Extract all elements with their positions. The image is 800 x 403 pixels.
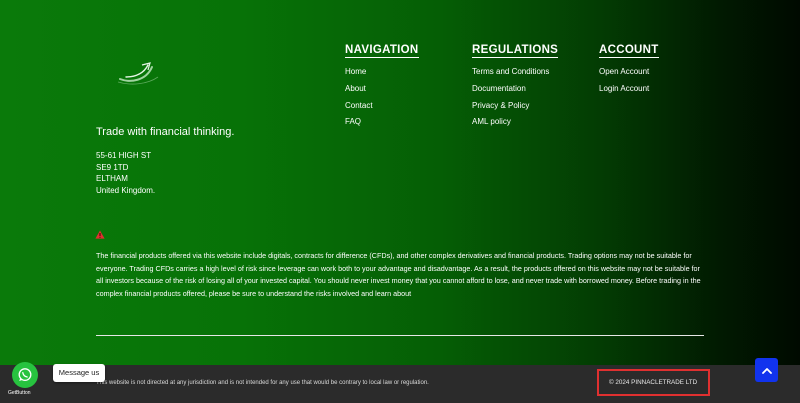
link-open-account[interactable]: Open Account bbox=[599, 67, 659, 84]
tagline: Trade with financial thinking. bbox=[96, 126, 235, 138]
copyright-text: © 2024 PINNACLETRADE LTD bbox=[609, 379, 698, 386]
link-privacy-policy[interactable]: Privacy & Policy bbox=[472, 101, 558, 118]
message-us-bubble[interactable]: Message us bbox=[53, 364, 105, 382]
regulations-heading: REGULATIONS bbox=[472, 44, 559, 58]
legal-notice: This website is not directed at any juri… bbox=[96, 380, 429, 386]
address-line: 55-61 HIGH ST bbox=[96, 151, 152, 160]
nav-link-contact[interactable]: Contact bbox=[345, 101, 419, 118]
link-aml-policy[interactable]: AML policy bbox=[472, 117, 558, 134]
nav-link-faq[interactable]: FAQ bbox=[345, 117, 419, 134]
whatsapp-chat-button[interactable] bbox=[12, 362, 38, 388]
nav-link-home[interactable]: Home bbox=[345, 67, 419, 84]
navigation-heading: NAVIGATION bbox=[345, 44, 419, 58]
company-address: 55-61 HIGH ST SE9 1TD ELTHAM United King… bbox=[96, 150, 155, 196]
account-heading: ACCOUNT bbox=[599, 44, 659, 58]
navigation-column: NAVIGATION Home About Contact FAQ bbox=[345, 40, 419, 134]
address-line: ELTHAM bbox=[96, 174, 128, 183]
account-column: ACCOUNT Open Account Login Account bbox=[599, 40, 659, 101]
regulations-column: REGULATIONS Terms and Conditions Documen… bbox=[472, 40, 559, 134]
site-footer: Trade with financial thinking. 55-61 HIG… bbox=[0, 0, 800, 365]
swoosh-logo-icon[interactable] bbox=[112, 55, 164, 91]
address-line: SE9 1TD bbox=[96, 162, 129, 172]
link-terms-and-conditions[interactable]: Terms and Conditions bbox=[472, 67, 558, 84]
footer-divider bbox=[96, 335, 704, 336]
getbutton-label[interactable]: GetButton bbox=[8, 390, 31, 396]
risk-disclaimer: The financial products offered via this … bbox=[96, 251, 701, 298]
scroll-to-top-button[interactable] bbox=[755, 358, 778, 382]
whatsapp-icon bbox=[18, 368, 32, 382]
warning-triangle-icon bbox=[95, 230, 105, 239]
link-documentation[interactable]: Documentation bbox=[472, 84, 558, 101]
nav-link-about[interactable]: About bbox=[345, 84, 419, 101]
address-line: United Kingdom. bbox=[96, 185, 156, 195]
chevron-up-icon bbox=[761, 367, 772, 374]
link-login-account[interactable]: Login Account bbox=[599, 84, 659, 101]
